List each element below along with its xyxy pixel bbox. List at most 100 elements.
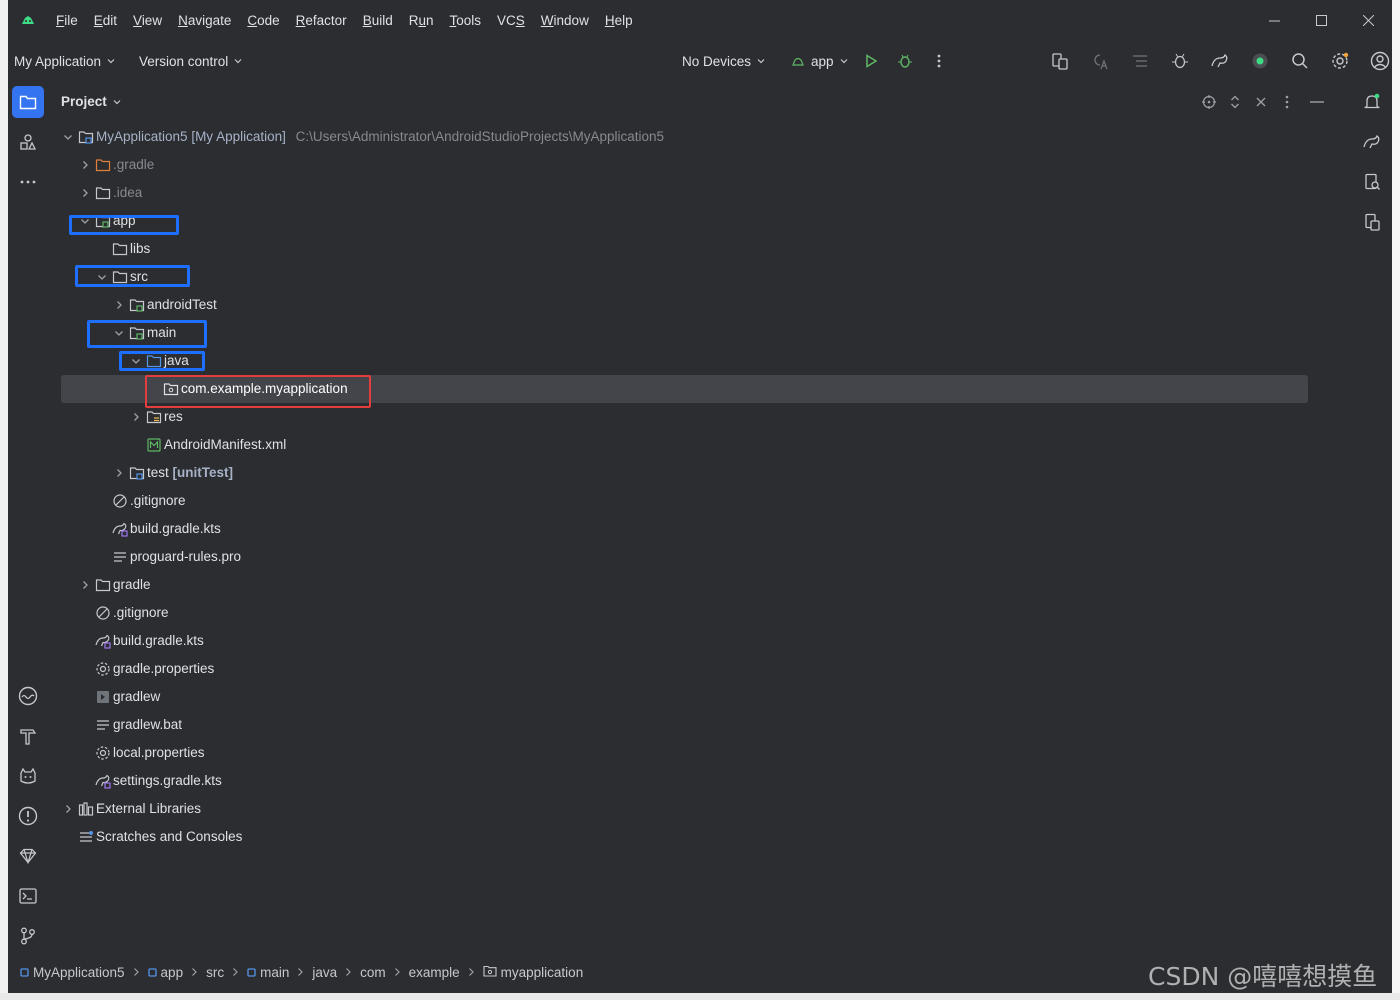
tree-row-gradle-folder[interactable]: gradle [52,571,1348,599]
run-config-selector[interactable]: app [785,46,854,76]
maximize-icon[interactable] [1298,0,1345,40]
resource-manager-icon[interactable] [12,126,44,158]
gradle-file-icon [95,774,111,789]
device-manager-icon[interactable] [1040,46,1080,76]
breadcrumb-item[interactable]: com [360,965,386,980]
run-icon[interactable] [854,46,888,76]
menu-file[interactable]: File [48,13,86,28]
tree-row-local-properties[interactable]: local.properties [52,739,1348,767]
menu-help[interactable]: Help [597,13,641,28]
tree-row-root-build-gradle[interactable]: build.gradle.kts [52,627,1348,655]
tree-row-root-gitignore[interactable]: .gitignore [52,599,1348,627]
tree-label: .idea [113,185,143,200]
tree-row-gradlew[interactable]: gradlew [52,683,1348,711]
tree-row-src[interactable]: src [52,263,1348,291]
breadcrumb-item[interactable]: main [247,965,289,980]
tree-row-scratches[interactable]: Scratches and Consoles [52,823,1348,851]
tree-row-res[interactable]: res [52,403,1348,431]
tree-row-gradlew-bat[interactable]: gradlew.bat [52,711,1348,739]
gradle-sync-icon[interactable] [1200,46,1240,76]
notifications-bell-icon[interactable] [1356,86,1388,118]
tree-label: gradlew.bat [113,717,183,732]
app-inspection-icon[interactable] [12,760,44,792]
device-explorer-icon[interactable] [1356,206,1388,238]
tree-row-gradle-properties[interactable]: gradle.properties [52,655,1348,683]
tree-row-libs[interactable]: libs [52,235,1348,263]
breadcrumb-item[interactable]: java [312,965,337,980]
device-selector[interactable]: No Devices [676,46,771,76]
properties-file-icon [96,746,110,760]
menu-window[interactable]: Window [533,13,597,28]
android-studio-logo-icon[interactable] [8,0,48,40]
expand-collapse-icon[interactable] [1224,90,1246,114]
chevron-down-icon [113,99,121,104]
breadcrumb-separator-icon [232,965,239,980]
tree-row-package[interactable]: com.example.myapplication [61,375,1308,403]
breadcrumb-label: app [160,965,184,980]
tree-row-app-gitignore[interactable]: .gitignore [52,487,1348,515]
gem-icon[interactable] [12,840,44,872]
record-icon[interactable] [1240,46,1280,76]
tree-row-test[interactable]: test [unitTest] [52,459,1348,487]
account-icon[interactable] [1360,46,1392,76]
options-menu-icon[interactable] [1276,90,1298,114]
menu-edit[interactable]: Edit [86,13,125,28]
breadcrumb-label: myapplication [500,965,584,980]
tree-row-settings-gradle[interactable]: settings.gradle.kts [52,767,1348,795]
menu-code[interactable]: Code [239,13,287,28]
project-widget[interactable]: My Application [8,46,121,76]
tree-row-dot-idea[interactable]: .idea [52,179,1348,207]
menu-refactor[interactable]: Refactor [288,13,355,28]
breadcrumb-separator-icon [468,965,475,980]
tree-row-dot-gradle[interactable]: .gradle [52,151,1348,179]
chevron-down-icon [115,331,123,336]
more-actions-icon[interactable] [922,46,956,76]
settings-gear-icon[interactable] [1320,46,1360,76]
bug-settings-icon[interactable] [1160,46,1200,76]
root-project-name: MyApplication5 [96,129,188,144]
tree-row-android-manifest[interactable]: AndroidManifest.xml [52,431,1348,459]
project-folder-icon[interactable] [12,86,44,118]
select-opened-file-icon[interactable] [1198,90,1220,114]
tree-row-root[interactable]: MyApplication5 [My Application] C:\Users… [52,123,1348,151]
git-branch-icon[interactable] [12,920,44,952]
breadcrumb-item[interactable]: myapplication [483,965,584,980]
minimize-icon[interactable] [1251,0,1298,40]
menu-build[interactable]: Build [355,13,401,28]
background-left-edge [0,0,8,1000]
debug-icon[interactable] [888,46,922,76]
tree-row-main[interactable]: main [52,319,1348,347]
tree-row-app-build-gradle[interactable]: build.gradle.kts [52,515,1348,543]
tree-row-java[interactable]: java [52,347,1348,375]
menu-tools[interactable]: Tools [442,13,490,28]
terminal-icon[interactable] [12,880,44,912]
menu-run[interactable]: Run [401,13,442,28]
build-hammer-icon[interactable] [12,720,44,752]
project-view-selector[interactable]: Project [61,94,121,109]
breadcrumb-item[interactable]: src [206,965,224,980]
breadcrumb-item[interactable]: example [409,965,460,980]
tree-row-androidtest[interactable]: androidTest [52,291,1348,319]
tree-row-app[interactable]: app [52,207,1348,235]
tree-row-external-libraries[interactable]: External Libraries [52,795,1348,823]
menu-view[interactable]: View [125,13,170,28]
breadcrumb-item[interactable]: MyApplication5 [20,965,125,980]
collapse-all-icon[interactable] [1250,90,1272,114]
tree-row-proguard[interactable]: proguard-rules.pro [52,543,1348,571]
manifest-file-icon [147,438,161,452]
problems-icon[interactable] [12,800,44,832]
search-icon[interactable] [1280,46,1320,76]
hide-panel-icon[interactable] [1306,90,1328,114]
translate-icon[interactable] [1080,46,1120,76]
breadcrumb-item[interactable]: app [147,965,184,980]
gradle-icon[interactable] [1356,126,1388,158]
menu-navigate[interactable]: Navigate [170,13,239,28]
more-tool-windows-icon[interactable] [12,166,44,198]
vcs-widget[interactable]: Version control [133,46,248,76]
logcat-icon[interactable] [12,680,44,712]
device-file-explorer-icon[interactable] [1356,166,1388,198]
tree-label: External Libraries [96,801,202,816]
close-icon[interactable] [1345,0,1392,40]
structure-icon[interactable] [1120,46,1160,76]
menu-vcs[interactable]: VCS [489,13,533,28]
